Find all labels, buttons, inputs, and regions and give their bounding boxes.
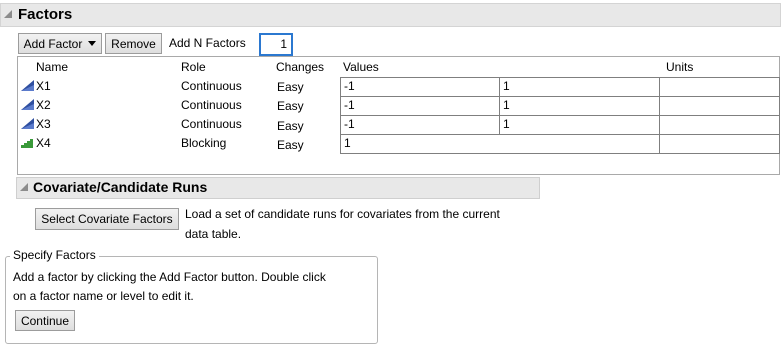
factor-name[interactable]: X4 xyxy=(36,136,51,150)
column-header-units: Units xyxy=(666,60,694,74)
column-header-role: Role xyxy=(181,60,206,74)
column-header-changes: Changes xyxy=(276,60,325,74)
factor-role: Continuous xyxy=(181,117,242,131)
factor-changes[interactable]: Easy xyxy=(277,99,304,113)
column-header-name: Name xyxy=(36,60,69,74)
add-factor-button[interactable]: Add Factor xyxy=(18,33,102,54)
continuous-icon xyxy=(21,80,34,91)
factor-value-level[interactable]: 1 xyxy=(340,134,660,154)
continuous-icon xyxy=(21,99,34,110)
column-header-values: Values xyxy=(343,60,379,74)
factor-changes[interactable]: Easy xyxy=(277,138,304,152)
add-n-factors-label: Add N Factors xyxy=(169,36,246,50)
factor-role: Continuous xyxy=(181,98,242,112)
factors-header[interactable] xyxy=(0,3,781,27)
factor-value-high[interactable]: 1 xyxy=(499,77,660,97)
chevron-down-icon xyxy=(88,41,97,46)
select-covariate-factors-button[interactable]: Select Covariate Factors xyxy=(35,208,179,230)
covariate-title: Covariate/Candidate Runs xyxy=(33,179,208,195)
factor-value-high[interactable]: 1 xyxy=(499,96,660,116)
add-n-factors-input[interactable]: 1 xyxy=(259,33,293,56)
covariate-description-line2: data table. xyxy=(185,227,242,241)
factor-name[interactable]: X1 xyxy=(36,79,51,93)
factor-name[interactable]: X2 xyxy=(36,98,51,112)
specify-instructions-line1: Add a factor by clicking the Add Factor … xyxy=(13,270,326,284)
factor-changes[interactable]: Easy xyxy=(277,119,304,133)
factor-units[interactable] xyxy=(659,96,780,116)
continuous-icon xyxy=(21,118,34,129)
factor-units[interactable] xyxy=(659,134,780,154)
factor-value-high[interactable]: 1 xyxy=(499,115,660,135)
factor-units[interactable] xyxy=(659,77,780,97)
collapse-triangle-icon[interactable] xyxy=(20,183,28,191)
factor-role: Continuous xyxy=(181,79,242,93)
factor-name[interactable]: X3 xyxy=(36,117,51,131)
add-factor-label: Add Factor xyxy=(23,36,83,51)
collapse-triangle-icon[interactable] xyxy=(4,10,12,18)
factors-title: Factors xyxy=(18,6,73,23)
continue-button[interactable]: Continue xyxy=(15,310,75,331)
specify-instructions-line2: on a factor name or level to edit it. xyxy=(13,289,194,303)
factor-units[interactable] xyxy=(659,115,780,135)
remove-button[interactable]: Remove xyxy=(105,33,162,54)
covariate-description-line1: Load a set of candidate runs for covaria… xyxy=(185,207,500,221)
factor-value-low[interactable]: -1 xyxy=(340,96,500,116)
blocking-icon xyxy=(21,139,33,148)
factor-role: Blocking xyxy=(181,136,227,150)
factor-value-low[interactable]: -1 xyxy=(340,77,500,97)
factor-value-low[interactable]: -1 xyxy=(340,115,500,135)
factor-changes[interactable]: Easy xyxy=(277,80,304,94)
specify-factors-title: Specify Factors xyxy=(10,248,99,262)
